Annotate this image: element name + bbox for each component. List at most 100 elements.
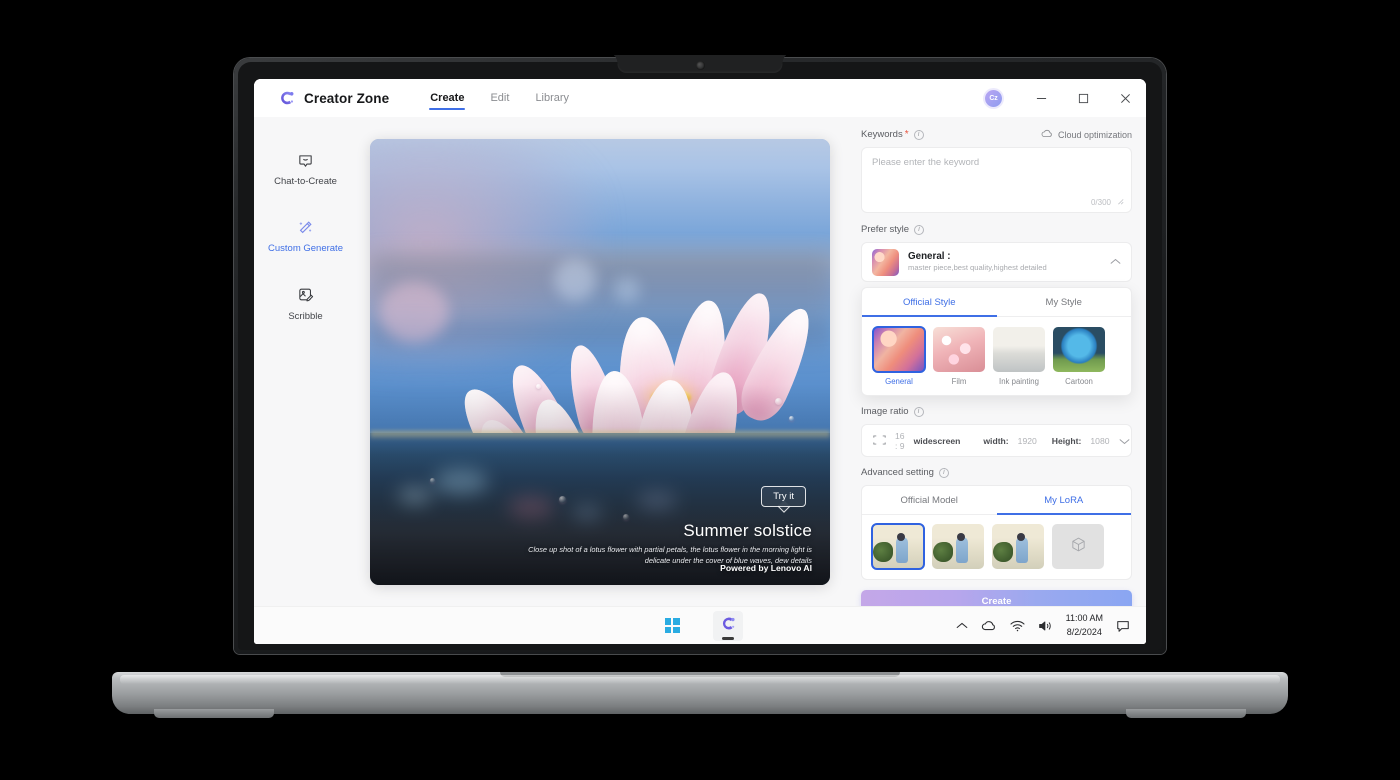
resize-handle-icon[interactable]	[1116, 197, 1124, 207]
style-thumb-cartoon	[1053, 327, 1105, 372]
image-ratio-label: Image ratio	[861, 406, 909, 417]
app-body: Chat-to-Create Custom Generate Scribble …	[254, 117, 1146, 612]
taskbar-clock[interactable]: 11:00 AM 8/2/2024	[1066, 612, 1103, 638]
style-thumbnails: General Film Ink painting Cartoon	[862, 317, 1131, 395]
cube-add-icon	[1070, 536, 1087, 558]
style-option-film[interactable]: Film	[933, 327, 985, 386]
width-value[interactable]: 1920	[1018, 436, 1037, 446]
sidebar-item-label: Custom Generate	[268, 243, 343, 255]
width-label: width:	[983, 435, 1009, 446]
laptop-foot-right	[1126, 709, 1246, 718]
sidebar-item-label: Scribble	[288, 310, 323, 322]
screenshot-stage: Creator Zone Create Edit Library Cz Chat…	[0, 0, 1400, 780]
crop-frame-icon	[873, 432, 886, 450]
maximize-button[interactable]	[1062, 79, 1104, 117]
app-titlebar: Creator Zone Create Edit Library Cz	[254, 79, 1146, 117]
notification-chat-icon[interactable]	[1116, 619, 1130, 633]
show-hidden-icons-chevron[interactable]	[956, 622, 968, 630]
nav-item-create[interactable]: Create	[419, 79, 475, 117]
tab-my-lora[interactable]: My LoRA	[996, 486, 1132, 515]
try-it-button[interactable]: Try it	[761, 486, 806, 507]
creator-zone-logo-icon	[278, 89, 296, 107]
info-icon[interactable]: i	[913, 406, 924, 417]
style-option-cartoon[interactable]: Cartoon	[1053, 327, 1105, 386]
wifi-icon[interactable]	[1010, 620, 1025, 632]
avatar[interactable]: Cz	[985, 89, 1002, 107]
ratio-name: widescreen	[913, 435, 961, 446]
system-tray: 11:00 AM 8/2/2024	[956, 612, 1146, 638]
cloud-icon[interactable]	[981, 620, 997, 631]
sidebar-item-scribble[interactable]: Scribble	[254, 276, 357, 332]
info-icon[interactable]: i	[914, 224, 925, 235]
advanced-setting-card: Official Model My LoRA	[861, 485, 1132, 580]
style-option-label: Ink painting	[999, 377, 1039, 386]
magic-wand-icon	[297, 218, 315, 236]
chevron-down-icon[interactable]	[1119, 432, 1130, 450]
windows-start-icon	[664, 618, 680, 633]
main-nav: Create Edit Library	[419, 79, 580, 117]
tab-official-model[interactable]: Official Model	[862, 486, 997, 514]
model-tabs: Official Model My LoRA	[862, 486, 1131, 515]
nav-item-edit[interactable]: Edit	[479, 79, 520, 117]
keywords-input[interactable]: Please enter the keyword 0/300	[861, 147, 1132, 213]
info-icon[interactable]: i	[938, 467, 949, 478]
height-value[interactable]: 1080	[1090, 436, 1109, 446]
sidebar-item-custom-generate[interactable]: Custom Generate	[254, 208, 357, 264]
tab-official-style[interactable]: Official Style	[862, 288, 997, 317]
style-option-label: Film	[951, 377, 967, 386]
lotus-artwork	[370, 139, 830, 585]
keywords-counter: 0/300	[1090, 198, 1111, 207]
chevron-up-icon[interactable]	[1110, 257, 1121, 268]
style-thumb-general	[872, 326, 926, 373]
creator-zone-window: Creator Zone Create Edit Library Cz Chat…	[254, 79, 1146, 612]
add-model-button[interactable]	[1052, 524, 1104, 569]
taskbar-apps	[657, 610, 743, 641]
style-thumbnail	[872, 248, 899, 276]
keywords-label: Keywords	[861, 129, 903, 140]
image-ratio-select[interactable]: 16 : 9 widescreen width: 1920 Height: 10…	[861, 424, 1132, 457]
brand: Creator Zone	[278, 89, 389, 107]
clock-time: 11:00 AM	[1065, 613, 1103, 624]
powered-by-label: Powered by Lenovo AI	[720, 563, 812, 573]
tab-my-style[interactable]: My Style	[997, 288, 1132, 316]
model-option-3[interactable]	[992, 524, 1044, 569]
sidebar-item-chat-to-create[interactable]: Chat-to-Create	[254, 141, 357, 197]
keywords-header: Keywords * i Cloud optimization	[861, 129, 1132, 140]
info-icon[interactable]: i	[913, 129, 924, 140]
prefer-style-selected[interactable]: General : master piece,best quality,high…	[861, 242, 1132, 282]
prefer-style-label: Prefer style	[861, 224, 910, 235]
laptop-base-highlight	[120, 675, 1280, 684]
model-option-2[interactable]	[932, 524, 984, 569]
sidebar-item-label: Chat-to-Create	[274, 176, 337, 187]
advanced-setting-label: Advanced setting	[861, 467, 934, 478]
style-option-general[interactable]: General	[872, 326, 926, 386]
webcam-notch	[604, 55, 796, 73]
cloud-optimization-toggle[interactable]: Cloud optimization	[1041, 129, 1132, 140]
taskbar-creator-zone[interactable]	[713, 610, 743, 641]
style-thumb-ink-painting	[993, 327, 1045, 372]
style-sub: master piece,best quality,highest detail…	[908, 263, 1047, 273]
windows-taskbar: 11:00 AM 8/2/2024	[254, 606, 1146, 644]
style-name: General :	[908, 251, 951, 263]
image-ratio-header: Image ratio i	[861, 406, 1132, 417]
minimize-button[interactable]	[1020, 79, 1062, 117]
style-thumb-film	[933, 327, 985, 372]
cloud-optimization-label: Cloud optimization	[1057, 129, 1132, 140]
image-preview[interactable]: Try it Summer solstice Close up shot of …	[370, 139, 830, 585]
model-option-1[interactable]	[871, 523, 925, 570]
webcam-icon	[695, 61, 705, 70]
windows-desktop: Creator Zone Create Edit Library Cz Chat…	[254, 79, 1146, 644]
nav-item-library[interactable]: Library	[524, 79, 580, 117]
laptop-foot-left	[154, 709, 274, 718]
close-button[interactable]	[1104, 79, 1146, 117]
style-dropdown: Official Style My Style General Film Ink…	[861, 287, 1132, 396]
model-thumbnails	[862, 515, 1131, 579]
windows-start-button[interactable]	[657, 611, 687, 641]
creator-zone-taskbar-icon	[720, 615, 737, 637]
laptop-base	[112, 672, 1288, 718]
style-option-ink-painting[interactable]: Ink painting	[993, 327, 1045, 386]
sidebar: Chat-to-Create Custom Generate Scribble	[254, 117, 357, 606]
volume-icon[interactable]	[1038, 620, 1053, 632]
required-mark: *	[904, 129, 909, 140]
canvas-area: Try it Summer solstice Close up shot of …	[357, 117, 861, 606]
